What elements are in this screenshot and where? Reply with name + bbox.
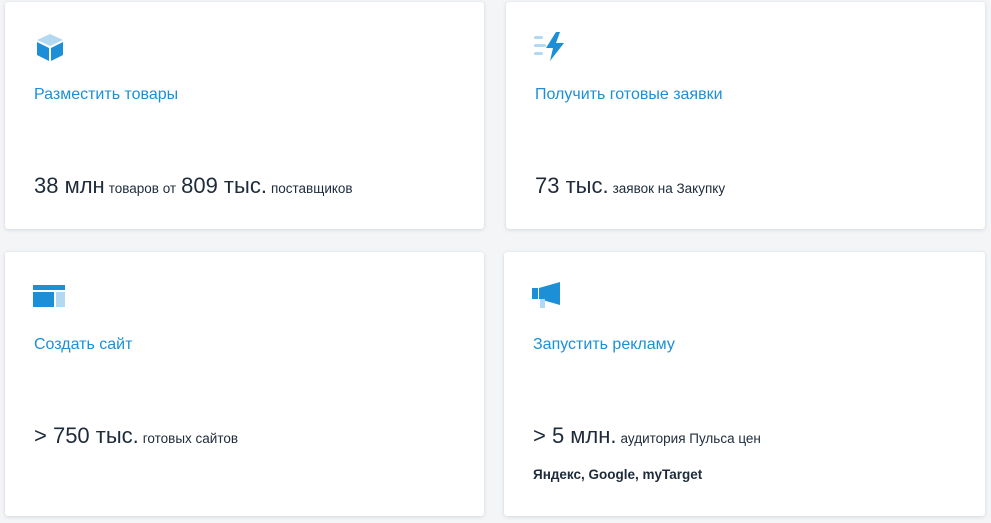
ad-platforms: Яндекс, Google, myTarget	[533, 467, 703, 482]
ads-stats: > 5 млн. аудитория Пульса цен	[533, 423, 766, 449]
stat-label: заявок на Закупку	[612, 181, 726, 196]
card-create-site[interactable]: Создать сайт > 750 тыс. готовых сайтов	[5, 252, 484, 516]
megaphone-icon	[532, 282, 560, 308]
stat-label: готовых сайтов	[142, 431, 239, 446]
website-layout-icon	[33, 285, 65, 307]
products-stats: 38 млн товаров от 809 тыс. поставщиков	[34, 173, 358, 199]
card-place-products[interactable]: Разместить товары 38 млн товаров от 809 ты…	[5, 2, 484, 229]
stat-value: 73 тыс.	[535, 173, 609, 198]
stat-value: > 750 тыс.	[34, 423, 139, 448]
create-site-link[interactable]: Создать сайт	[34, 336, 132, 354]
get-requests-link[interactable]: Получить готовые заявки	[535, 86, 723, 104]
services-grid: Разместить товары 38 млн товаров от 809 ты…	[0, 0, 991, 523]
stat-value: 38 млн	[34, 173, 105, 198]
stat-label: поставщиков	[270, 181, 353, 196]
card-get-requests[interactable]: Получить готовые заявки 73 тыс. заявок на…	[506, 2, 985, 229]
stat-value: > 5 млн.	[533, 423, 617, 448]
card-launch-ads[interactable]: Запустить рекламу > 5 млн. аудитория Пуль…	[504, 252, 985, 516]
place-products-link[interactable]: Разместить товары	[34, 86, 178, 104]
site-stats: > 750 тыс. готовых сайтов	[34, 423, 243, 449]
stat-label: аудитория Пульса цен	[620, 431, 761, 446]
stat-label: товаров от	[108, 181, 177, 196]
requests-stats: 73 тыс. заявок на Закупку	[535, 173, 730, 199]
cube-icon	[37, 34, 63, 61]
lightning-icon	[534, 32, 564, 61]
launch-ads-link[interactable]: Запустить рекламу	[533, 336, 675, 354]
stat-value: 809 тыс.	[181, 173, 267, 198]
